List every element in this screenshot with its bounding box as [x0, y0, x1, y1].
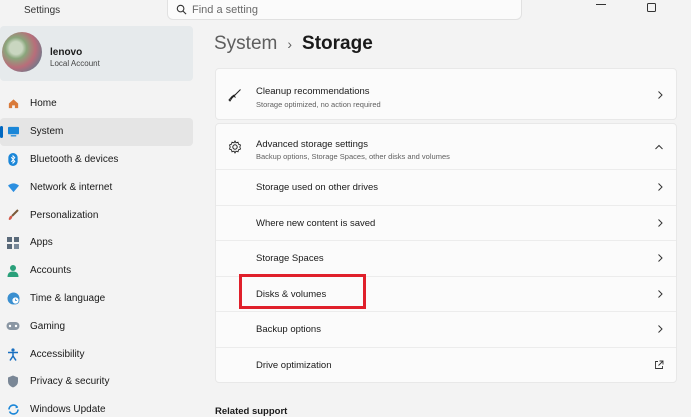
- minimize-icon: [596, 4, 606, 5]
- sidebar-item-system[interactable]: System: [0, 117, 193, 146]
- backup-options-row[interactable]: Backup options: [216, 311, 676, 347]
- sidebar-item-label: Gaming: [30, 320, 66, 332]
- chevron-right-icon: [658, 218, 663, 227]
- disks-volumes-row[interactable]: Disks & volumes: [216, 275, 676, 312]
- cleanup-recommendations-row[interactable]: Cleanup recommendations Storage optimize…: [216, 69, 676, 121]
- avatar: [2, 32, 42, 72]
- system-icon: [6, 125, 20, 139]
- sidebar-item-label: System: [30, 126, 64, 138]
- sidebar-item-label: Bluetooth & devices: [30, 153, 119, 165]
- sidebar-nav: Home System Bluetooth & devices Network …: [0, 90, 196, 417]
- sidebar-item-label: Network & internet: [30, 181, 113, 193]
- chevron-right-icon: [658, 91, 663, 99]
- chevron-right-icon: [658, 183, 663, 192]
- storage-other-drives-row[interactable]: Storage used on other drives: [216, 169, 676, 205]
- sidebar-item-label: Apps: [30, 237, 53, 249]
- breadcrumb: System › Storage: [214, 33, 373, 55]
- home-icon: [6, 97, 20, 111]
- gamepad-icon: [6, 319, 20, 333]
- cleanup-recommendations-card[interactable]: Cleanup recommendations Storage optimize…: [215, 68, 677, 120]
- title-bar: Settings: [0, 0, 691, 22]
- minimize-button[interactable]: [586, 0, 616, 14]
- sidebar-item-label: Accounts: [30, 265, 72, 277]
- sub-row-label: Storage used on other drives: [256, 182, 378, 193]
- sidebar-item-apps[interactable]: Apps: [0, 229, 193, 257]
- sidebar-item-label: Privacy & security: [30, 376, 110, 388]
- brush-icon: [6, 208, 20, 222]
- shield-icon: [6, 375, 20, 389]
- sidebar-item-personalization[interactable]: Personalization: [0, 201, 193, 229]
- sidebar: lenovo Local Account Home System Bluetoo…: [0, 22, 196, 417]
- app-title: Settings: [24, 5, 61, 16]
- sidebar-item-label: Home: [30, 98, 57, 110]
- broom-icon: [228, 89, 241, 102]
- accessibility-icon: [6, 347, 20, 361]
- external-link-icon: [655, 360, 664, 369]
- storage-spaces-row[interactable]: Storage Spaces: [216, 240, 676, 276]
- maximize-button[interactable]: [636, 0, 666, 14]
- sidebar-item-privacy-security[interactable]: Privacy & security: [0, 368, 193, 396]
- new-content-saved-row[interactable]: Where new content is saved: [216, 204, 676, 241]
- gear-icon: [228, 139, 242, 154]
- chevron-right-icon: [658, 325, 663, 334]
- sidebar-item-windows-update[interactable]: Windows Update: [0, 396, 193, 417]
- sub-row-label: Where new content is saved: [256, 217, 376, 229]
- breadcrumb-separator: ›: [287, 36, 293, 52]
- cleanup-subtitle: Storage optimized, no action required: [256, 100, 381, 109]
- sidebar-item-home[interactable]: Home: [0, 90, 193, 118]
- search-input[interactable]: [192, 2, 512, 18]
- sub-row-label: Backup options: [256, 324, 321, 335]
- chevron-up-icon[interactable]: [654, 143, 664, 151]
- drive-optimization-row[interactable]: Drive optimization: [216, 346, 676, 383]
- chevron-right-icon: [658, 254, 663, 263]
- advanced-storage-header[interactable]: Advanced storage settings Backup options…: [216, 124, 676, 169]
- sub-row-label: Drive optimization: [256, 359, 332, 371]
- sidebar-item-accounts[interactable]: Accounts: [0, 257, 193, 285]
- account-type: Local Account: [50, 59, 100, 68]
- chevron-right-icon: [658, 289, 663, 298]
- main-content: System › Storage Cleanup recommendations…: [196, 22, 691, 417]
- breadcrumb-system[interactable]: System: [214, 33, 277, 55]
- user-name: lenovo: [50, 47, 83, 58]
- update-icon: [6, 403, 20, 417]
- related-support-heading: Related support: [215, 406, 288, 417]
- sidebar-item-label: Accessibility: [30, 348, 85, 360]
- sidebar-item-label: Windows Update: [30, 404, 106, 416]
- sidebar-item-time-language[interactable]: Time & language: [0, 285, 193, 313]
- bluetooth-icon: [6, 152, 20, 166]
- sub-row-label: Disks & volumes: [256, 288, 327, 300]
- sub-row-label: Storage Spaces: [256, 253, 324, 264]
- advanced-storage-subtitle: Backup options, Storage Spaces, other di…: [256, 152, 450, 161]
- globe-clock-icon: [6, 291, 20, 305]
- maximize-icon: [646, 2, 656, 12]
- cleanup-title: Cleanup recommendations: [256, 86, 370, 97]
- advanced-storage-card: Advanced storage settings Backup options…: [215, 123, 677, 383]
- page-title: Storage: [302, 33, 373, 54]
- search-icon: [176, 4, 187, 15]
- sidebar-item-gaming[interactable]: Gaming: [0, 312, 193, 340]
- sidebar-item-label: Personalization: [30, 209, 99, 221]
- advanced-storage-title: Advanced storage settings: [256, 139, 368, 150]
- sidebar-item-accessibility[interactable]: Accessibility: [0, 340, 193, 368]
- profile-card[interactable]: lenovo Local Account: [0, 26, 193, 81]
- wifi-icon: [6, 180, 20, 194]
- apps-icon: [6, 236, 20, 250]
- sidebar-item-network[interactable]: Network & internet: [0, 173, 193, 201]
- search-box[interactable]: [167, 0, 522, 20]
- sidebar-item-bluetooth[interactable]: Bluetooth & devices: [0, 146, 193, 174]
- accounts-icon: [6, 264, 20, 278]
- sidebar-item-label: Time & language: [30, 292, 106, 304]
